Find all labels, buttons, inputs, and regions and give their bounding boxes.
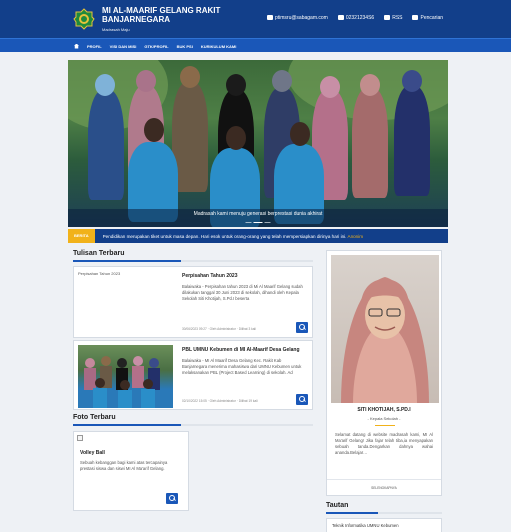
broken-image-icon [77, 435, 83, 441]
photo-title[interactable]: Volley Ball [80, 450, 105, 456]
ticker-text: Pendidikan merupakan tiket untuk masa de… [102, 233, 364, 239]
person-head [402, 70, 422, 92]
slider-dot[interactable] [264, 222, 271, 223]
person-head [272, 70, 292, 92]
read-more-button[interactable] [296, 394, 308, 405]
header-contacts: ptimsru@sabagam.com 02321234S6 RSS Penca… [266, 15, 443, 21]
ticker-label: BERITA [68, 229, 95, 243]
person-head [320, 76, 340, 98]
group-photo-icon [84, 356, 160, 408]
broken-image-alt: Perpisahan Tahun 2023 [78, 271, 121, 276]
person-head [180, 66, 200, 88]
section-title-links: Tautan [326, 502, 349, 509]
slider-dot[interactable] [245, 222, 252, 223]
news-ticker: BERITA Pendidikan merupakan tiket untuk … [68, 229, 448, 243]
person-figure [352, 88, 388, 198]
site-header: MI AL-MAARIF GELANG RAKIT BANJARNEGARA M… [0, 0, 511, 38]
person-head [226, 126, 246, 150]
principal-card: SITI KHOTIJAH, S.PD.I - Kepala Sekolah -… [326, 250, 442, 496]
nav-item-visi-misi[interactable]: VISI DAN MISI [110, 44, 137, 49]
post-thumbnail[interactable] [78, 345, 173, 408]
rss-icon [384, 15, 391, 21]
person-head [226, 74, 246, 96]
read-more-link[interactable]: SELENGKAPNYA [327, 479, 441, 495]
nav-item-kurikulum[interactable]: KURIKULUM KAMI [201, 44, 237, 49]
principal-photo [331, 255, 439, 403]
person-head [136, 70, 156, 92]
post-title[interactable]: Perpisahan Tahun 2023 [182, 273, 306, 279]
person-head [360, 74, 380, 96]
post-meta: 30/06/2023 09:27 · Oleh Administrator · … [182, 327, 256, 331]
brand[interactable]: MI AL-MAARIF GELANG RAKIT BANJARNEGARA M… [102, 6, 220, 32]
read-more-button[interactable] [296, 322, 308, 333]
main-nav: PROFIL VISI DAN MISI GTK/PROFIL BUK PSI … [0, 38, 511, 52]
person-figure [394, 86, 430, 196]
post-meta: 02/10/2022 15:05 · Oleh Administrator · … [182, 399, 258, 403]
post-card[interactable]: PBL UMNU Kebumen di MI Al-Maarif Desa Ge… [73, 340, 313, 410]
photo-view-button[interactable] [166, 493, 178, 504]
section-divider [326, 512, 442, 514]
rss-link[interactable]: RSS [384, 15, 402, 21]
home-icon[interactable] [74, 43, 79, 49]
phone-icon [337, 15, 344, 21]
section-title-posts: Tulisan Terbaru [73, 250, 125, 257]
section-divider [73, 260, 313, 262]
person-figure [88, 90, 124, 200]
slider-dot-active[interactable] [253, 222, 263, 223]
slider-dots[interactable] [245, 222, 271, 223]
school-logo[interactable] [73, 8, 95, 30]
site-subtitle: Madrasah Maju [102, 27, 130, 32]
search-icon [412, 15, 419, 21]
person-head [95, 74, 115, 96]
post-excerpt: Balaiwaka - MI Al Maarif Desa Gelang Kec… [182, 358, 302, 375]
phone-link[interactable]: 02321234S6 [337, 15, 374, 21]
site-title-line1: MI AL-MAARIF GELANG RAKIT [102, 6, 221, 15]
photo-text: Sebuah kebanggan bagi kami atas tercapai… [80, 460, 168, 471]
site-title-line2: BANJARNEGARA [102, 15, 171, 24]
nav-item-buk-psi[interactable]: BUK PSI [177, 44, 193, 49]
post-title[interactable]: PBL UMNU Kebumen di MI Al-Maarif Desa Ge… [182, 347, 306, 353]
nav-item-profil[interactable]: PROFIL [87, 44, 102, 49]
accent-divider [375, 425, 395, 426]
ticker-author: Anonim [347, 233, 364, 239]
principal-portrait-icon [341, 277, 429, 403]
person-head [290, 122, 310, 146]
nav-item-gtk[interactable]: GTK/PROFIL [144, 44, 168, 49]
post-excerpt: Balaiwaka - Perpisahan tahun 2023 di Mi … [182, 284, 303, 301]
photo-card[interactable]: Volley Ball Sebuah kebanggan bagi kami a… [73, 431, 189, 511]
link-item[interactable]: Teknik Informatika UMNU Kebumen [332, 523, 399, 528]
hero-caption: Madrasah kami menuju generasi berprestas… [193, 211, 323, 217]
hero-slider[interactable]: Madrasah kami menuju generasi berprestas… [68, 60, 448, 227]
section-divider [73, 424, 313, 426]
principal-greeting: Selamat datang di website madrasah kami,… [335, 432, 433, 455]
section-title-photos: Foto Terbaru [73, 414, 116, 421]
email-link[interactable]: ptimsru@sabagam.com [266, 15, 328, 21]
principal-role: - Kepala Sekolah - [367, 416, 401, 421]
mail-icon [266, 15, 273, 21]
principal-name: SITI KHOTIJAH, S.PD.I [357, 407, 411, 413]
post-thumbnail[interactable]: Perpisahan Tahun 2023 [78, 271, 173, 334]
person-head [144, 118, 164, 142]
post-card[interactable]: Perpisahan Tahun 2023 Perpisahan Tahun 2… [73, 266, 313, 338]
search-link[interactable]: Pencarian [412, 15, 443, 21]
links-card: Teknik Informatika UMNU Kebumen [326, 518, 442, 532]
